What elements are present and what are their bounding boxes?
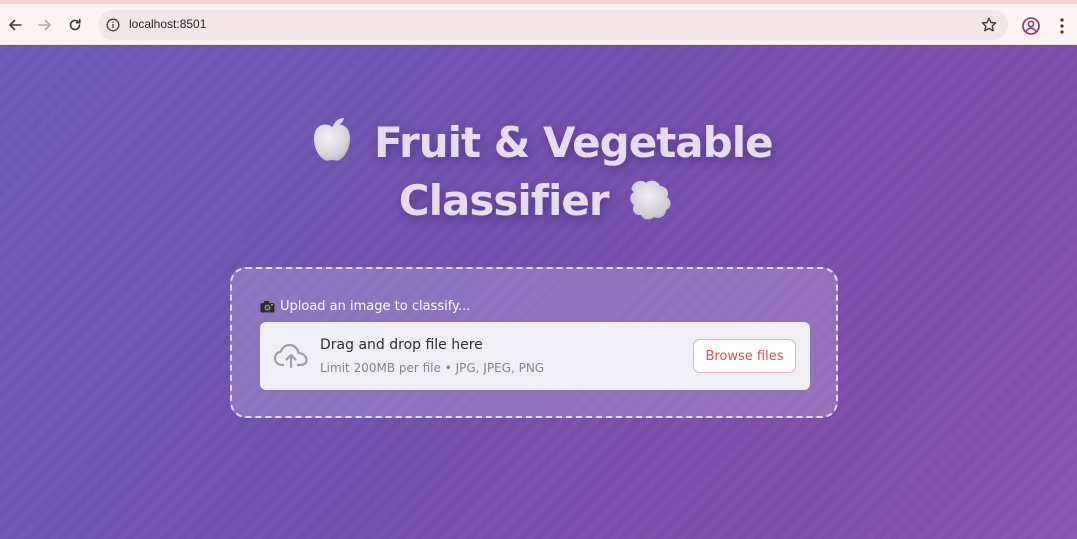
arrow-left-icon bbox=[9, 19, 22, 31]
dropzone-title: Drag and drop file here bbox=[320, 337, 483, 353]
arrow-right-icon bbox=[38, 19, 51, 31]
info-icon[interactable] bbox=[106, 18, 120, 32]
dropzone-subtitle: Limit 200MB per file • JPG, JPEG, PNG bbox=[320, 361, 545, 375]
profile-icon[interactable] bbox=[1021, 16, 1041, 36]
star-icon[interactable] bbox=[980, 16, 998, 34]
browse-files-button[interactable]: Browse files bbox=[693, 339, 796, 373]
upload-card: Upload an image to classify... Drag and … bbox=[230, 267, 838, 418]
title-text-line-2: Classifier bbox=[398, 176, 610, 225]
upload-label-text: Upload an image to classify... bbox=[280, 299, 471, 314]
title-line-1: Fruit & Vegetable bbox=[0, 111, 1077, 172]
url-text[interactable]: localhost:8501 bbox=[129, 17, 206, 31]
leafy-vegetable-icon bbox=[630, 180, 671, 220]
reload-icon bbox=[69, 18, 81, 31]
apple-icon bbox=[314, 118, 351, 161]
app-main: Fruit & Vegetable Classifier Upload an i… bbox=[0, 45, 1077, 539]
reload-button[interactable] bbox=[63, 13, 87, 37]
camera-icon bbox=[260, 301, 275, 313]
back-button[interactable] bbox=[3, 13, 27, 37]
page-title: Fruit & Vegetable Classifier bbox=[0, 111, 1077, 230]
browser-toolbar: localhost:8501 bbox=[0, 0, 1077, 45]
upload-label: Upload an image to classify... bbox=[260, 299, 470, 314]
file-dropzone[interactable]: Drag and drop file here Limit 200MB per … bbox=[260, 322, 810, 390]
address-bar[interactable]: localhost:8501 bbox=[98, 10, 1008, 40]
title-text-line-1: Fruit & Vegetable bbox=[374, 118, 774, 167]
cloud-upload-icon bbox=[274, 343, 308, 369]
forward-button[interactable] bbox=[33, 13, 57, 37]
title-line-2: Classifier bbox=[0, 172, 1077, 230]
kebab-menu-icon[interactable] bbox=[1054, 17, 1070, 35]
